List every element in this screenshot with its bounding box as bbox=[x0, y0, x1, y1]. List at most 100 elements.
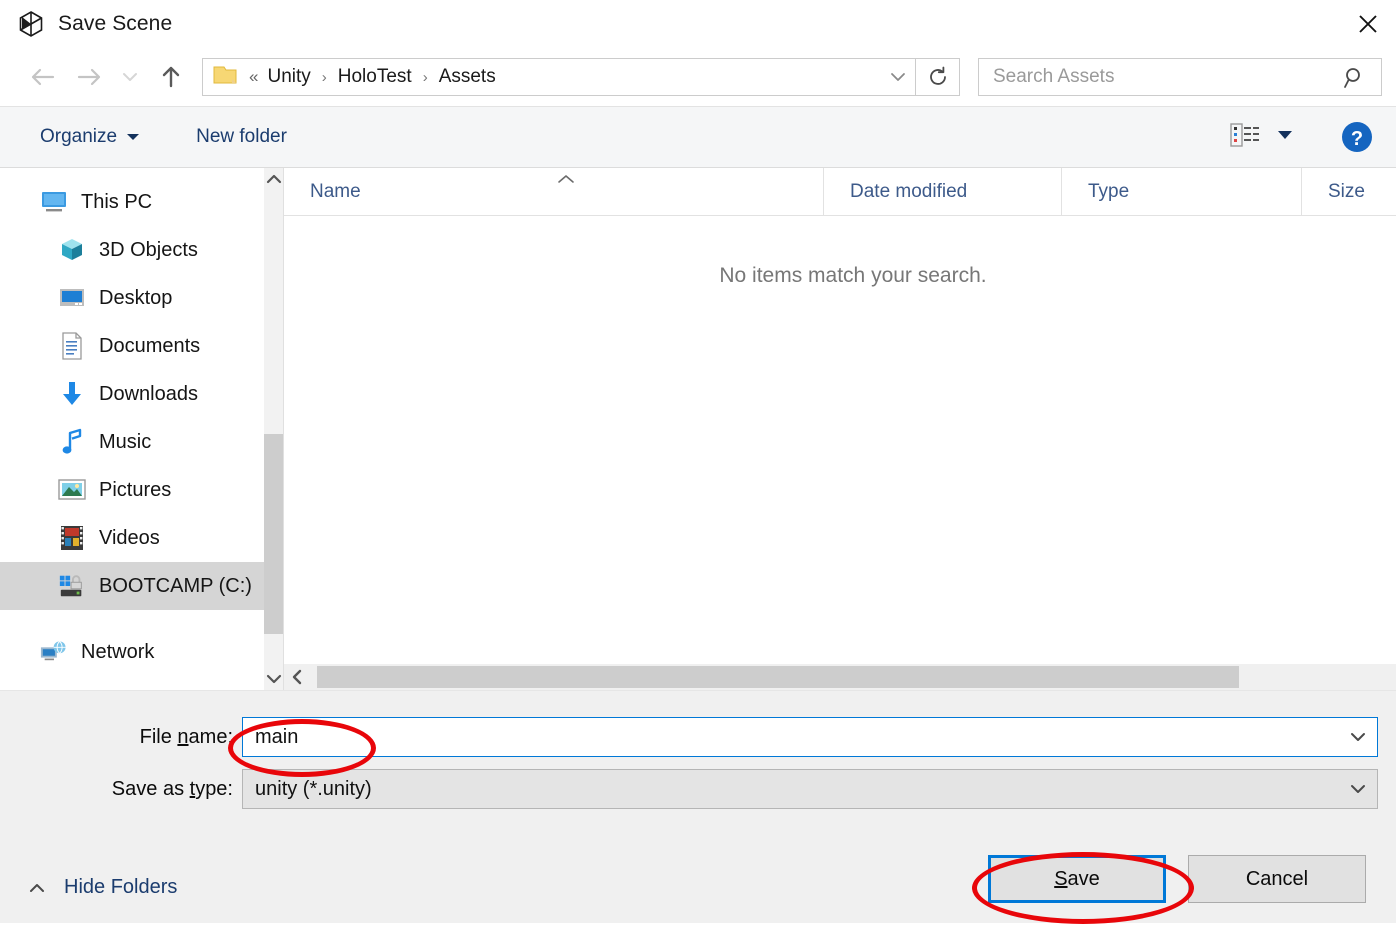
scroll-left-chevron-icon[interactable] bbox=[284, 664, 310, 690]
organize-button[interactable]: Organize bbox=[30, 120, 150, 154]
column-header-label: Type bbox=[1088, 180, 1130, 202]
organize-label: Organize bbox=[40, 126, 118, 147]
search-icon[interactable] bbox=[1343, 66, 1367, 95]
sidebar-item-this-pc[interactable]: This PC bbox=[0, 178, 283, 226]
breadcrumb-overflow[interactable]: « bbox=[246, 67, 264, 87]
up-arrow-icon[interactable] bbox=[148, 55, 194, 99]
address-dropdown-chevron-down-icon[interactable] bbox=[881, 59, 915, 95]
column-header-name[interactable]: Name bbox=[284, 168, 824, 215]
breadcrumb-item-assets[interactable]: Assets bbox=[436, 66, 499, 88]
file-list-horizontal-scrollbar[interactable] bbox=[284, 664, 1396, 690]
dialog-buttons: Save Cancel bbox=[988, 855, 1366, 903]
column-headers: Name Date modified Type Size bbox=[284, 168, 1396, 216]
breadcrumb: « Unity › HoloTest › Assets bbox=[246, 66, 499, 88]
file-name-field[interactable] bbox=[242, 717, 1378, 757]
column-header-type[interactable]: Type bbox=[1062, 168, 1302, 215]
back-arrow-icon[interactable] bbox=[20, 55, 66, 99]
column-header-date-modified[interactable]: Date modified bbox=[824, 168, 1062, 215]
sidebar-item-pictures[interactable]: Pictures bbox=[0, 466, 283, 514]
navigation-bar: « Unity › HoloTest › Assets bbox=[0, 48, 1396, 106]
sidebar-item-bootcamp-c[interactable]: BOOTCAMP (C:) bbox=[0, 562, 283, 610]
sidebar-item-label: This PC bbox=[81, 190, 153, 213]
file-name-input[interactable] bbox=[243, 724, 1377, 750]
sidebar-item-label: Pictures bbox=[99, 478, 172, 501]
list-view-icon bbox=[1230, 122, 1260, 153]
view-mode-button[interactable] bbox=[1224, 118, 1300, 157]
desktop-icon bbox=[58, 284, 86, 312]
scrollbar-thumb[interactable] bbox=[264, 434, 283, 634]
search-input[interactable] bbox=[979, 65, 1309, 89]
sidebar-group-separator bbox=[0, 610, 283, 628]
places-sidebar: This PC 3D Objects Desktop Documents Dow… bbox=[0, 168, 283, 690]
scrollbar-thumb[interactable] bbox=[317, 666, 1239, 688]
empty-list-message: No items match your search. bbox=[719, 264, 987, 287]
file-name-row: File name: bbox=[0, 717, 1378, 757]
file-name-chevron-down-icon[interactable] bbox=[1349, 731, 1367, 743]
unity-logo-icon bbox=[16, 9, 46, 39]
window-title: Save Scene bbox=[58, 12, 173, 35]
hide-folders-button[interactable]: Hide Folders bbox=[28, 876, 177, 899]
dialog-footer: File name: Save as type: unity (*.unity)… bbox=[0, 690, 1396, 923]
file-name-label: File name: bbox=[139, 725, 233, 748]
search-box[interactable] bbox=[978, 58, 1382, 96]
scroll-up-chevron-icon[interactable] bbox=[264, 168, 283, 190]
monitor-icon bbox=[40, 188, 68, 216]
save-as-type-row: Save as type: unity (*.unity) bbox=[0, 769, 1378, 809]
new-folder-label: New folder bbox=[196, 126, 287, 147]
network-icon bbox=[40, 638, 68, 666]
close-icon[interactable] bbox=[1340, 0, 1396, 48]
save-as-type-label: Save as type: bbox=[111, 777, 233, 800]
save-as-type-chevron-down-icon[interactable] bbox=[1349, 783, 1367, 795]
recent-locations-chevron-down-icon[interactable] bbox=[112, 55, 148, 99]
breadcrumb-separator-icon: › bbox=[321, 68, 327, 86]
sidebar-item-downloads[interactable]: Downloads bbox=[0, 370, 283, 418]
save-button[interactable]: Save bbox=[988, 855, 1166, 903]
sidebar-vertical-scrollbar[interactable] bbox=[264, 168, 283, 690]
cancel-button[interactable]: Cancel bbox=[1188, 855, 1366, 903]
picture-icon bbox=[58, 476, 86, 504]
video-film-icon bbox=[58, 524, 86, 552]
breadcrumb-item-holotest[interactable]: HoloTest bbox=[335, 66, 415, 88]
dialog-body: This PC 3D Objects Desktop Documents Dow… bbox=[0, 168, 1396, 690]
sidebar-item-label: Desktop bbox=[99, 286, 173, 309]
cube-icon bbox=[58, 236, 86, 264]
new-folder-button[interactable]: New folder bbox=[186, 120, 297, 154]
title-bar: Save Scene bbox=[0, 0, 1396, 48]
sidebar-item-label: 3D Objects bbox=[99, 238, 198, 261]
scroll-down-chevron-icon[interactable] bbox=[264, 668, 283, 690]
chevron-up-icon bbox=[28, 882, 46, 894]
music-note-icon bbox=[58, 428, 86, 456]
sidebar-item-music[interactable]: Music bbox=[0, 418, 283, 466]
sidebar-item-network[interactable]: Network bbox=[0, 628, 283, 676]
breadcrumb-item-unity[interactable]: Unity bbox=[264, 66, 313, 88]
column-header-size[interactable]: Size bbox=[1302, 168, 1396, 215]
sidebar-item-desktop[interactable]: Desktop bbox=[0, 274, 283, 322]
column-header-label: Name bbox=[310, 180, 361, 202]
hard-drive-icon bbox=[58, 572, 86, 600]
sidebar-item-videos[interactable]: Videos bbox=[0, 514, 283, 562]
download-icon bbox=[58, 380, 86, 408]
save-as-type-select[interactable]: unity (*.unity) bbox=[242, 769, 1378, 809]
breadcrumb-separator-icon: › bbox=[422, 68, 428, 86]
hide-folders-label: Hide Folders bbox=[64, 876, 178, 898]
svg-text:?: ? bbox=[1351, 128, 1363, 150]
sidebar-item-label: Documents bbox=[99, 334, 201, 357]
sidebar-item-label: BOOTCAMP (C:) bbox=[99, 574, 252, 597]
column-header-label: Size bbox=[1328, 180, 1365, 202]
forward-arrow-icon[interactable] bbox=[66, 55, 112, 99]
refresh-icon[interactable] bbox=[916, 58, 960, 96]
view-caret-down-icon[interactable] bbox=[1276, 128, 1294, 146]
sidebar-item-label: Network bbox=[81, 640, 155, 663]
command-bar: Organize New folder ? bbox=[0, 106, 1396, 168]
help-question-icon[interactable]: ? bbox=[1340, 120, 1374, 154]
save-as-type-value: unity (*.unity) bbox=[255, 777, 372, 800]
sidebar-item-documents[interactable]: Documents bbox=[0, 322, 283, 370]
caret-down-icon bbox=[126, 126, 140, 148]
sidebar-item-label: Music bbox=[99, 430, 152, 453]
address-bar[interactable]: « Unity › HoloTest › Assets bbox=[202, 58, 916, 96]
sort-ascending-icon bbox=[556, 172, 576, 190]
file-list-pane: Name Date modified Type Size No items ma… bbox=[283, 168, 1396, 690]
document-icon bbox=[58, 332, 86, 360]
column-header-label: Date modified bbox=[850, 180, 968, 202]
sidebar-item-3d-objects[interactable]: 3D Objects bbox=[0, 226, 283, 274]
